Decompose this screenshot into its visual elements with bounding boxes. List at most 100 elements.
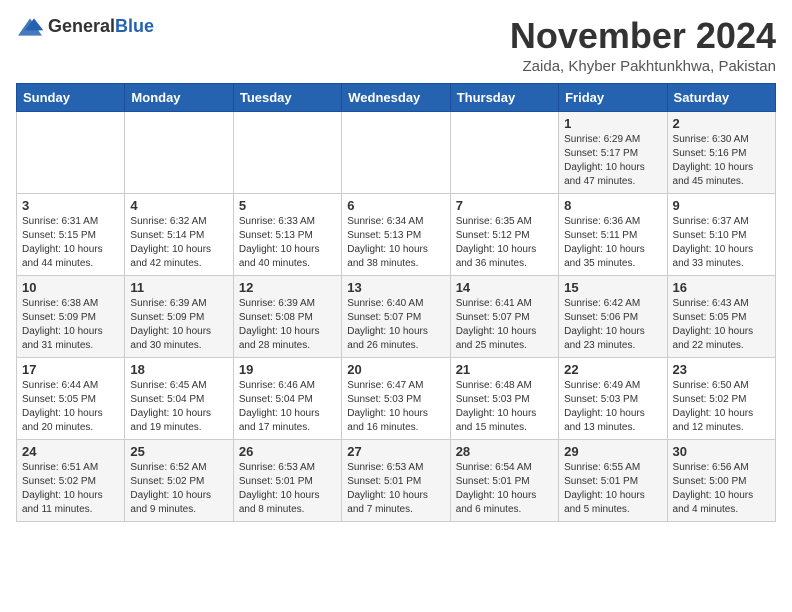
calendar-cell: 29 Sunrise: 6:55 AMSunset: 5:01 PMDayligh… [559, 439, 667, 521]
day-info: Sunrise: 6:55 AMSunset: 5:01 PMDaylight:… [564, 461, 661, 517]
logo-general: General [48, 16, 115, 36]
day-info: Sunrise: 6:50 AMSunset: 5:02 PMDaylight:… [673, 379, 770, 435]
calendar-cell: 19 Sunrise: 6:46 AMSunset: 5:04 PMDayligh… [233, 357, 341, 439]
day-info: Sunrise: 6:41 AMSunset: 5:07 PMDaylight:… [456, 297, 553, 353]
day-number: 18 [130, 362, 227, 377]
weekday-header-wednesday: Wednesday [342, 83, 450, 111]
day-info: Sunrise: 6:45 AMSunset: 5:04 PMDaylight:… [130, 379, 227, 435]
day-info: Sunrise: 6:35 AMSunset: 5:12 PMDaylight:… [456, 215, 553, 271]
day-info: Sunrise: 6:53 AMSunset: 5:01 PMDaylight:… [347, 461, 444, 517]
day-number: 19 [239, 362, 336, 377]
day-info: Sunrise: 6:29 AMSunset: 5:17 PMDaylight:… [564, 133, 661, 189]
day-number: 1 [564, 116, 661, 131]
calendar-cell: 14 Sunrise: 6:41 AMSunset: 5:07 PMDayligh… [450, 275, 558, 357]
day-number: 9 [673, 198, 770, 213]
day-number: 21 [456, 362, 553, 377]
calendar-cell: 25 Sunrise: 6:52 AMSunset: 5:02 PMDayligh… [125, 439, 233, 521]
calendar-cell: 9 Sunrise: 6:37 AMSunset: 5:10 PMDaylight… [667, 193, 775, 275]
calendar-table: SundayMondayTuesdayWednesdayThursdayFrid… [16, 83, 776, 522]
calendar-week-row: 17Sunrise: 6:44 AMSunset: 5:05 PMDayligh… [17, 357, 776, 439]
calendar-cell: 11Sunrise: 6:39 AMSunset: 5:09 PMDayligh… [125, 275, 233, 357]
calendar-cell: 5 Sunrise: 6:33 AMSunset: 5:13 PMDaylight… [233, 193, 341, 275]
weekday-header-thursday: Thursday [450, 83, 558, 111]
calendar-cell: 24 Sunrise: 6:51 AMSunset: 5:02 PMDayligh… [17, 439, 125, 521]
weekday-header-saturday: Saturday [667, 83, 775, 111]
day-number: 14 [456, 280, 553, 295]
day-number: 28 [456, 444, 553, 459]
day-number: 24 [22, 444, 119, 459]
calendar-week-row: 24 Sunrise: 6:51 AMSunset: 5:02 PMDayligh… [17, 439, 776, 521]
calendar-week-row: 1 Sunrise: 6:29 AMSunset: 5:17 PMDaylight… [17, 111, 776, 193]
day-info: Sunrise: 6:30 AMSunset: 5:16 PMDaylight:… [673, 133, 770, 189]
day-info: Sunrise: 6:32 AMSunset: 5:14 PMDaylight:… [130, 215, 227, 271]
day-number: 20 [347, 362, 444, 377]
calendar-cell [125, 111, 233, 193]
calendar-cell [17, 111, 125, 193]
day-info: Sunrise: 6:40 AMSunset: 5:07 PMDaylight:… [347, 297, 444, 353]
day-number: 11 [130, 280, 227, 295]
day-number: 8 [564, 198, 661, 213]
day-number: 4 [130, 198, 227, 213]
location-title: Zaida, Khyber Pakhtunkhwa, Pakistan [510, 58, 776, 75]
day-info: Sunrise: 6:37 AMSunset: 5:10 PMDaylight:… [673, 215, 770, 271]
calendar-cell [233, 111, 341, 193]
day-number: 16 [673, 280, 770, 295]
calendar-cell: 6Sunrise: 6:34 AMSunset: 5:13 PMDaylight… [342, 193, 450, 275]
day-number: 2 [673, 116, 770, 131]
calendar-cell: 13Sunrise: 6:40 AMSunset: 5:07 PMDayligh… [342, 275, 450, 357]
day-number: 26 [239, 444, 336, 459]
day-info: Sunrise: 6:52 AMSunset: 5:02 PMDaylight:… [130, 461, 227, 517]
calendar-week-row: 3 Sunrise: 6:31 AMSunset: 5:15 PMDaylight… [17, 193, 776, 275]
weekday-header-monday: Monday [125, 83, 233, 111]
weekday-header-tuesday: Tuesday [233, 83, 341, 111]
calendar-cell: 4 Sunrise: 6:32 AMSunset: 5:14 PMDaylight… [125, 193, 233, 275]
day-number: 7 [456, 198, 553, 213]
calendar-cell: 10Sunrise: 6:38 AMSunset: 5:09 PMDayligh… [17, 275, 125, 357]
calendar-cell [342, 111, 450, 193]
day-number: 23 [673, 362, 770, 377]
logo-icon [16, 17, 44, 37]
day-info: Sunrise: 6:39 AMSunset: 5:08 PMDaylight:… [239, 297, 336, 353]
day-number: 3 [22, 198, 119, 213]
month-title: November 2024 [510, 16, 776, 56]
calendar-cell: 18 Sunrise: 6:45 AMSunset: 5:04 PMDayligh… [125, 357, 233, 439]
calendar-cell: 21 Sunrise: 6:48 AMSunset: 5:03 PMDayligh… [450, 357, 558, 439]
weekday-header-row: SundayMondayTuesdayWednesdayThursdayFrid… [17, 83, 776, 111]
calendar-cell: 3 Sunrise: 6:31 AMSunset: 5:15 PMDaylight… [17, 193, 125, 275]
day-number: 5 [239, 198, 336, 213]
calendar-cell: 30 Sunrise: 6:56 AMSunset: 5:00 PMDayligh… [667, 439, 775, 521]
weekday-header-friday: Friday [559, 83, 667, 111]
day-number: 15 [564, 280, 661, 295]
calendar-cell: 28Sunrise: 6:54 AMSunset: 5:01 PMDayligh… [450, 439, 558, 521]
day-info: Sunrise: 6:33 AMSunset: 5:13 PMDaylight:… [239, 215, 336, 271]
day-info: Sunrise: 6:49 AMSunset: 5:03 PMDaylight:… [564, 379, 661, 435]
calendar-cell: 7 Sunrise: 6:35 AMSunset: 5:12 PMDaylight… [450, 193, 558, 275]
day-number: 30 [673, 444, 770, 459]
calendar-cell: 1 Sunrise: 6:29 AMSunset: 5:17 PMDaylight… [559, 111, 667, 193]
day-number: 17 [22, 362, 119, 377]
calendar-cell: 26Sunrise: 6:53 AMSunset: 5:01 PMDayligh… [233, 439, 341, 521]
calendar-cell: 23 Sunrise: 6:50 AMSunset: 5:02 PMDayligh… [667, 357, 775, 439]
calendar-cell: 17Sunrise: 6:44 AMSunset: 5:05 PMDayligh… [17, 357, 125, 439]
calendar-cell: 8 Sunrise: 6:36 AMSunset: 5:11 PMDaylight… [559, 193, 667, 275]
day-number: 29 [564, 444, 661, 459]
calendar-cell: 27Sunrise: 6:53 AMSunset: 5:01 PMDayligh… [342, 439, 450, 521]
calendar-cell: 2 Sunrise: 6:30 AMSunset: 5:16 PMDaylight… [667, 111, 775, 193]
logo-text: GeneralBlue [48, 16, 154, 37]
logo: GeneralBlue [16, 16, 154, 37]
day-info: Sunrise: 6:48 AMSunset: 5:03 PMDaylight:… [456, 379, 553, 435]
logo-blue: Blue [115, 16, 154, 36]
day-info: Sunrise: 6:46 AMSunset: 5:04 PMDaylight:… [239, 379, 336, 435]
day-number: 6 [347, 198, 444, 213]
calendar-cell [450, 111, 558, 193]
day-number: 10 [22, 280, 119, 295]
day-number: 25 [130, 444, 227, 459]
day-number: 22 [564, 362, 661, 377]
calendar-cell: 22 Sunrise: 6:49 AMSunset: 5:03 PMDayligh… [559, 357, 667, 439]
day-number: 12 [239, 280, 336, 295]
day-info: Sunrise: 6:31 AMSunset: 5:15 PMDaylight:… [22, 215, 119, 271]
day-info: Sunrise: 6:56 AMSunset: 5:00 PMDaylight:… [673, 461, 770, 517]
day-info: Sunrise: 6:42 AMSunset: 5:06 PMDaylight:… [564, 297, 661, 353]
day-info: Sunrise: 6:36 AMSunset: 5:11 PMDaylight:… [564, 215, 661, 271]
day-info: Sunrise: 6:51 AMSunset: 5:02 PMDaylight:… [22, 461, 119, 517]
